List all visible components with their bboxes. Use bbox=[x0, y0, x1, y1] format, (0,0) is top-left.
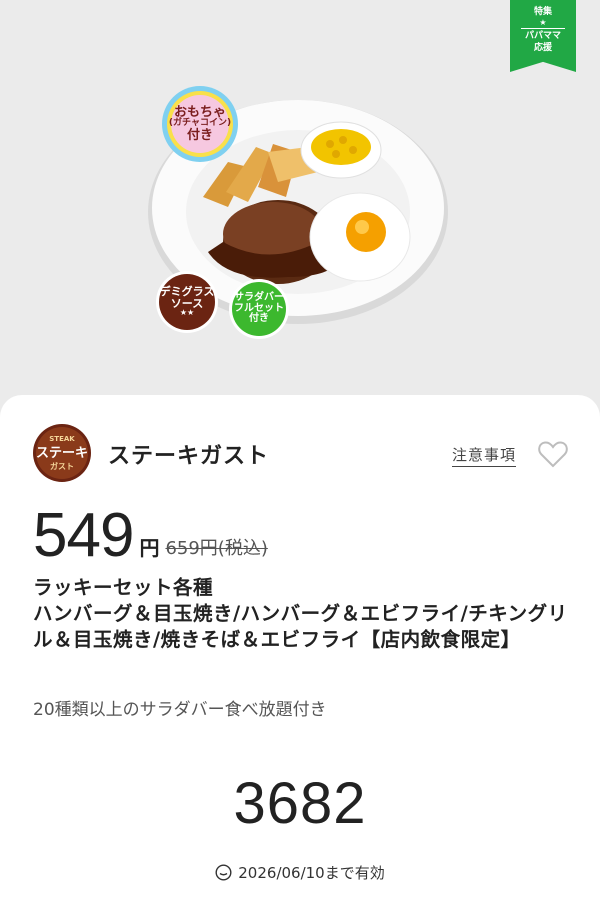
feature-tag[interactable]: 特集 ★ パパママ 応援 bbox=[510, 0, 576, 72]
price-row: 549 円 659円(税込) bbox=[33, 497, 268, 567]
heart-outline-icon[interactable] bbox=[538, 440, 568, 468]
toy-badge-line3: 付き bbox=[186, 127, 213, 143]
coupon-title: ラッキーセット各種 ハンバーグ＆目玉焼き/ハンバーグ＆エビフライ/チキングリル＆… bbox=[33, 576, 568, 651]
salad-bar-badge: サラダバー フルセット 付き bbox=[228, 278, 290, 340]
logo-main-text: ステーキ bbox=[36, 446, 88, 461]
feature-tag-line3: 応援 bbox=[533, 43, 552, 53]
hero-image-area: 特集 ★ パパママ 応援 おもちゃ (ガチャコイン) 付き デミグラス ソース … bbox=[0, 0, 600, 395]
star-icon: ★ bbox=[539, 18, 547, 27]
price-unit: 円 bbox=[139, 536, 160, 560]
logo-bottom-text: ガスト bbox=[50, 461, 74, 471]
original-price: 659円(税込) bbox=[165, 538, 268, 559]
notes-link[interactable]: 注意事項 bbox=[452, 444, 517, 467]
star-icon: ★★ bbox=[179, 308, 195, 318]
salad-badge-line3: 付き bbox=[249, 313, 269, 325]
feature-tag-divider bbox=[521, 28, 565, 29]
clock-icon bbox=[215, 864, 232, 881]
logo-top-text: STEAK bbox=[49, 435, 75, 443]
demiglace-badge: デミグラス ソース ★★ bbox=[155, 270, 219, 334]
coupon-subtitle: 20種類以上のサラダバー食べ放題付き bbox=[33, 700, 327, 720]
feature-tag-line1: 特集 bbox=[533, 7, 552, 17]
brand-name: ステーキガスト bbox=[108, 443, 270, 468]
expiry-text: 2026/06/10まで有効 bbox=[238, 864, 385, 882]
toy-badge: おもちゃ (ガチャコイン) 付き bbox=[160, 84, 240, 164]
price-value: 549 bbox=[33, 501, 134, 570]
coupon-code: 3682 bbox=[233, 771, 367, 836]
expiry-row: 2026/06/10まで有効 bbox=[0, 862, 600, 883]
brand-logo: STEAK ステーキ ガスト bbox=[33, 424, 91, 482]
feature-tag-line2: パパママ bbox=[524, 31, 561, 41]
